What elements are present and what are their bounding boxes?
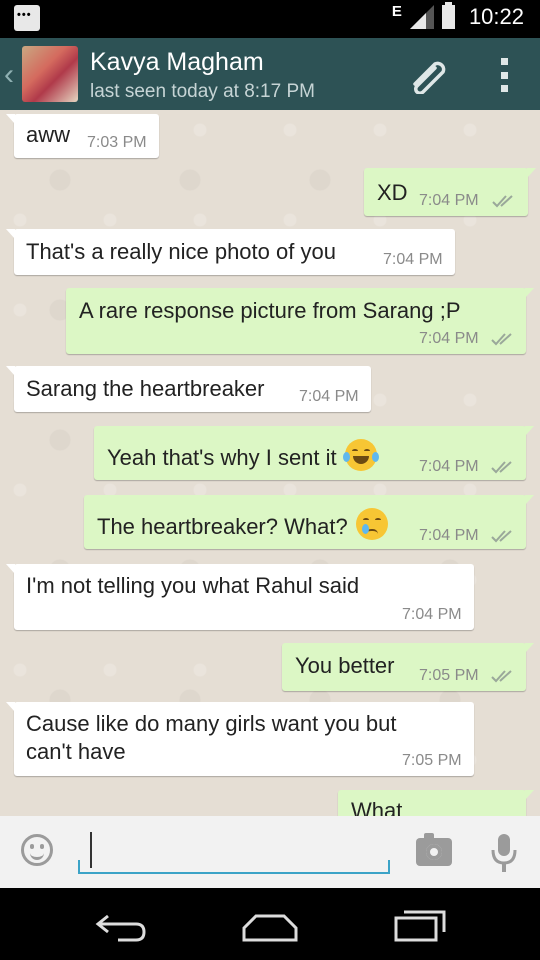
smiley-icon[interactable] <box>21 834 53 866</box>
message-incoming[interactable]: I'm not telling you what Rahul said 7:04… <box>6 564 474 630</box>
message-text-line-1: Cause like do many girls want you but <box>26 711 397 736</box>
signal-icon <box>409 5 434 29</box>
message-text: You better <box>295 653 395 678</box>
battery-icon <box>441 2 455 29</box>
message-text: Yeah that's why I sent it <box>107 439 379 471</box>
text-cursor <box>90 832 92 868</box>
message-time: 7:04 PM <box>419 192 479 209</box>
double-check-icon <box>491 461 512 474</box>
avatar[interactable] <box>22 46 78 102</box>
message-notification-icon <box>14 5 40 31</box>
message-incoming[interactable]: Sarang the heartbreaker 7:04 PM <box>6 366 371 412</box>
double-check-icon <box>491 530 512 543</box>
clock: 10:22 <box>468 4 524 29</box>
double-check-icon <box>491 670 512 683</box>
double-check-icon <box>491 333 512 346</box>
network-type: E <box>391 2 402 20</box>
message-outgoing[interactable]: You better 7:05 PM <box>282 643 534 691</box>
message-text: The heartbreaker? What? <box>97 508 388 540</box>
message-incoming[interactable]: That's a really nice photo of you 7:04 P… <box>6 229 455 275</box>
message-text-content: The heartbreaker? What? <box>97 514 348 539</box>
message-incoming[interactable]: aww 7:03 PM <box>6 114 159 158</box>
compose-bar <box>0 816 540 888</box>
message-outgoing[interactable]: A rare response picture from Sarang ;P 7… <box>66 288 534 354</box>
chevron-left-icon[interactable]: ‹ <box>4 58 14 92</box>
message-time: 7:03 PM <box>87 134 147 151</box>
message-outgoing[interactable]: Yeah that's why I sent it 7:04 PM <box>94 426 534 480</box>
message-time: 7:04 PM <box>419 330 479 347</box>
face-with-tears-of-joy-icon <box>342 439 379 471</box>
message-text-content: Yeah that's why I sent it <box>107 445 337 470</box>
message-outgoing[interactable]: The heartbreaker? What? 7:04 PM <box>84 495 534 549</box>
crying-face-icon <box>355 508 388 540</box>
message-time: 7:04 PM <box>419 458 479 475</box>
microphone-icon[interactable] <box>490 834 518 874</box>
input-underline-right <box>388 860 390 874</box>
message-incoming[interactable]: Cause like do many girls want you but ca… <box>6 702 474 776</box>
message-text: Sarang the heartbreaker <box>26 376 265 401</box>
message-text: What <box>351 798 403 816</box>
chat-header: ‹ Kavya Magham last seen today at 8:17 P… <box>0 38 540 110</box>
recent-apps-icon[interactable] <box>390 904 450 944</box>
message-text: That's a really nice photo of you <box>26 239 336 264</box>
message-time: 7:04 PM <box>419 527 479 544</box>
system-nav-bar <box>0 888 540 960</box>
input-underline-left <box>78 860 80 874</box>
message-text: aww <box>26 122 71 147</box>
message-text: XD <box>377 180 408 205</box>
message-time: 7:05 PM <box>402 752 462 769</box>
chat-area[interactable]: aww 7:03 PM XD 7:04 PM That's a really n… <box>0 110 540 816</box>
home-icon[interactable] <box>240 904 300 944</box>
double-check-icon <box>492 195 513 208</box>
message-outgoing[interactable]: XD 7:04 PM <box>364 168 536 216</box>
back-icon[interactable] <box>92 904 152 944</box>
status-bar: E 10:22 <box>0 0 540 38</box>
message-text-line-2: can't have <box>26 739 126 764</box>
message-time: 7:04 PM <box>402 606 462 623</box>
message-outgoing[interactable]: What <box>338 790 534 816</box>
message-time: 7:05 PM <box>419 667 479 684</box>
message-input[interactable] <box>78 830 390 874</box>
last-seen-status: last seen today at 8:17 PM <box>90 81 315 102</box>
message-time: 7:04 PM <box>383 251 443 268</box>
paperclip-icon[interactable] <box>405 54 453 95</box>
message-time: 7:04 PM <box>299 388 359 405</box>
contact-name[interactable]: Kavya Magham <box>90 48 264 77</box>
message-text: A rare response picture from Sarang ;P <box>79 298 461 323</box>
overflow-menu-icon[interactable] <box>498 58 510 92</box>
camera-icon[interactable] <box>416 833 452 866</box>
message-text: I'm not telling you what Rahul said <box>26 573 360 598</box>
